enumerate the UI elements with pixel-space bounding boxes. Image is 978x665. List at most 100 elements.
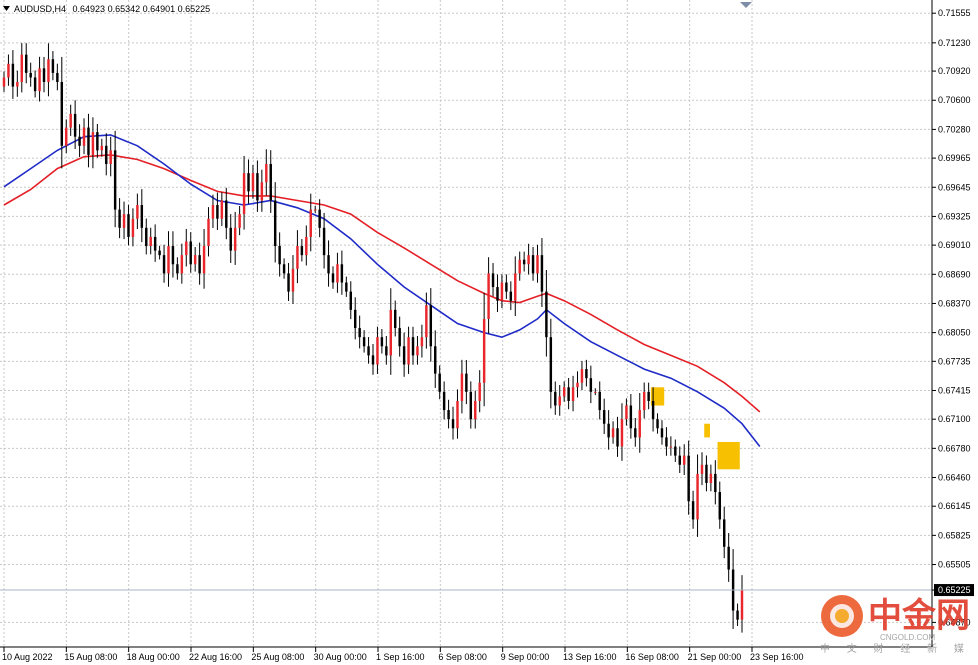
candle-body (527, 255, 530, 265)
candle-body (718, 492, 721, 520)
candle-body (113, 150, 117, 210)
candle-body (491, 273, 495, 288)
price-tick-label: 0.68370 (938, 298, 971, 308)
candle-body (158, 250, 161, 256)
candle-body (16, 82, 19, 87)
price-tick-label: 0.71230 (938, 38, 971, 48)
candle-body (740, 589, 744, 620)
candle-body (7, 63, 10, 78)
candle-body (709, 473, 713, 483)
price-tick-label: 0.65505 (938, 560, 971, 570)
candle-body (171, 246, 175, 265)
candle-body (394, 309, 397, 329)
watermark-domain: CNGOLD.COM (880, 633, 935, 642)
watermark-subtitle: 中 文 财 经 新 媒 体 (820, 642, 978, 655)
candle-body (327, 255, 330, 274)
candle-body (460, 373, 464, 401)
candle-body (558, 396, 561, 406)
time-tick-label: 25 Aug 08:00 (251, 652, 304, 662)
candle-body (562, 387, 566, 397)
candle-body (305, 236, 308, 256)
candle-body (180, 255, 184, 274)
candle-body (287, 273, 290, 292)
candle-body (549, 337, 553, 392)
time-tick-label: 13 Sep 16:00 (563, 652, 617, 662)
candle-body (349, 291, 352, 310)
candle-body (571, 387, 575, 401)
candle-body (580, 369, 584, 383)
candle-body (242, 173, 246, 215)
symbol-label: AUDUSD,H4 0.64923 0.65342 0.64901 0.6522… (14, 4, 210, 14)
time-tick-label: 15 Aug 08:00 (64, 652, 117, 662)
candle-body (638, 410, 641, 438)
price-tick-label: 0.65825 (938, 530, 971, 540)
candle-body (389, 309, 393, 356)
candle-body (291, 268, 295, 292)
candle-body (518, 259, 521, 274)
candle-body (594, 391, 597, 393)
price-tick-label: 0.67415 (938, 385, 971, 395)
candle-body (380, 337, 384, 347)
candle-body (216, 205, 219, 219)
candle-body (434, 346, 437, 374)
candle-body (714, 473, 717, 493)
candle-body (682, 455, 686, 465)
time-tick-label: 9 Sep 00:00 (501, 652, 550, 662)
candle-body (29, 72, 32, 78)
candle-body (269, 164, 272, 201)
candle-body (540, 255, 544, 292)
candle-body (91, 132, 95, 155)
candle-body (313, 209, 317, 211)
candle-body (309, 209, 312, 237)
candle-body (576, 382, 579, 388)
candle-body (238, 214, 241, 228)
candle-body (611, 428, 615, 438)
candle-body (700, 464, 704, 474)
candle-body (202, 246, 206, 274)
price-tick-label: 0.70280 (938, 124, 971, 134)
candle-body (678, 455, 681, 465)
price-chart[interactable]: 0.71555 0.71230 0.70920 0.70600 0.70280 0.699… (0, 0, 978, 665)
candle-body (616, 428, 619, 447)
candle-body (376, 337, 379, 365)
candle-body (256, 173, 259, 201)
candle-body (42, 68, 46, 83)
highlight-zone (704, 423, 710, 438)
candle-body (447, 410, 450, 420)
candle-body (33, 77, 37, 92)
candle-body (167, 246, 170, 274)
candle-body (233, 227, 237, 251)
candle-body (642, 391, 646, 411)
candle-body (598, 391, 601, 411)
candle-body (505, 282, 508, 292)
candle-body (669, 446, 673, 448)
candle-body (247, 173, 250, 192)
candle-body (136, 205, 139, 219)
candle-body (665, 437, 668, 447)
candle-body (514, 273, 517, 301)
candle-body (25, 54, 28, 73)
candle-body (47, 59, 50, 83)
candle-body (300, 246, 304, 256)
time-tick-label: 10 Aug 2022 (2, 652, 53, 662)
candle-body (105, 145, 108, 165)
watermark: 中金网 CNGOLD.COM 中 文 财 经 新 媒 体 (820, 595, 978, 655)
price-tick-label: 0.67735 (938, 356, 971, 366)
candle-body (531, 255, 535, 274)
candle-body (198, 255, 201, 274)
candle-body (73, 113, 77, 137)
candle-body (705, 464, 708, 483)
candle-body (225, 200, 228, 228)
candle-body (465, 373, 468, 392)
candle-body (265, 164, 268, 183)
candle-body (589, 378, 593, 392)
price-tick-label: 0.69645 (938, 182, 971, 192)
time-tick-label: 16 Sep 08:00 (625, 652, 679, 662)
candle-body (162, 255, 166, 274)
candle-body (69, 113, 72, 128)
candle-body (634, 428, 637, 438)
price-tick-label: 0.67100 (938, 414, 971, 424)
candle-body (407, 337, 410, 365)
candle-body (140, 205, 144, 228)
candle-body (660, 428, 664, 438)
